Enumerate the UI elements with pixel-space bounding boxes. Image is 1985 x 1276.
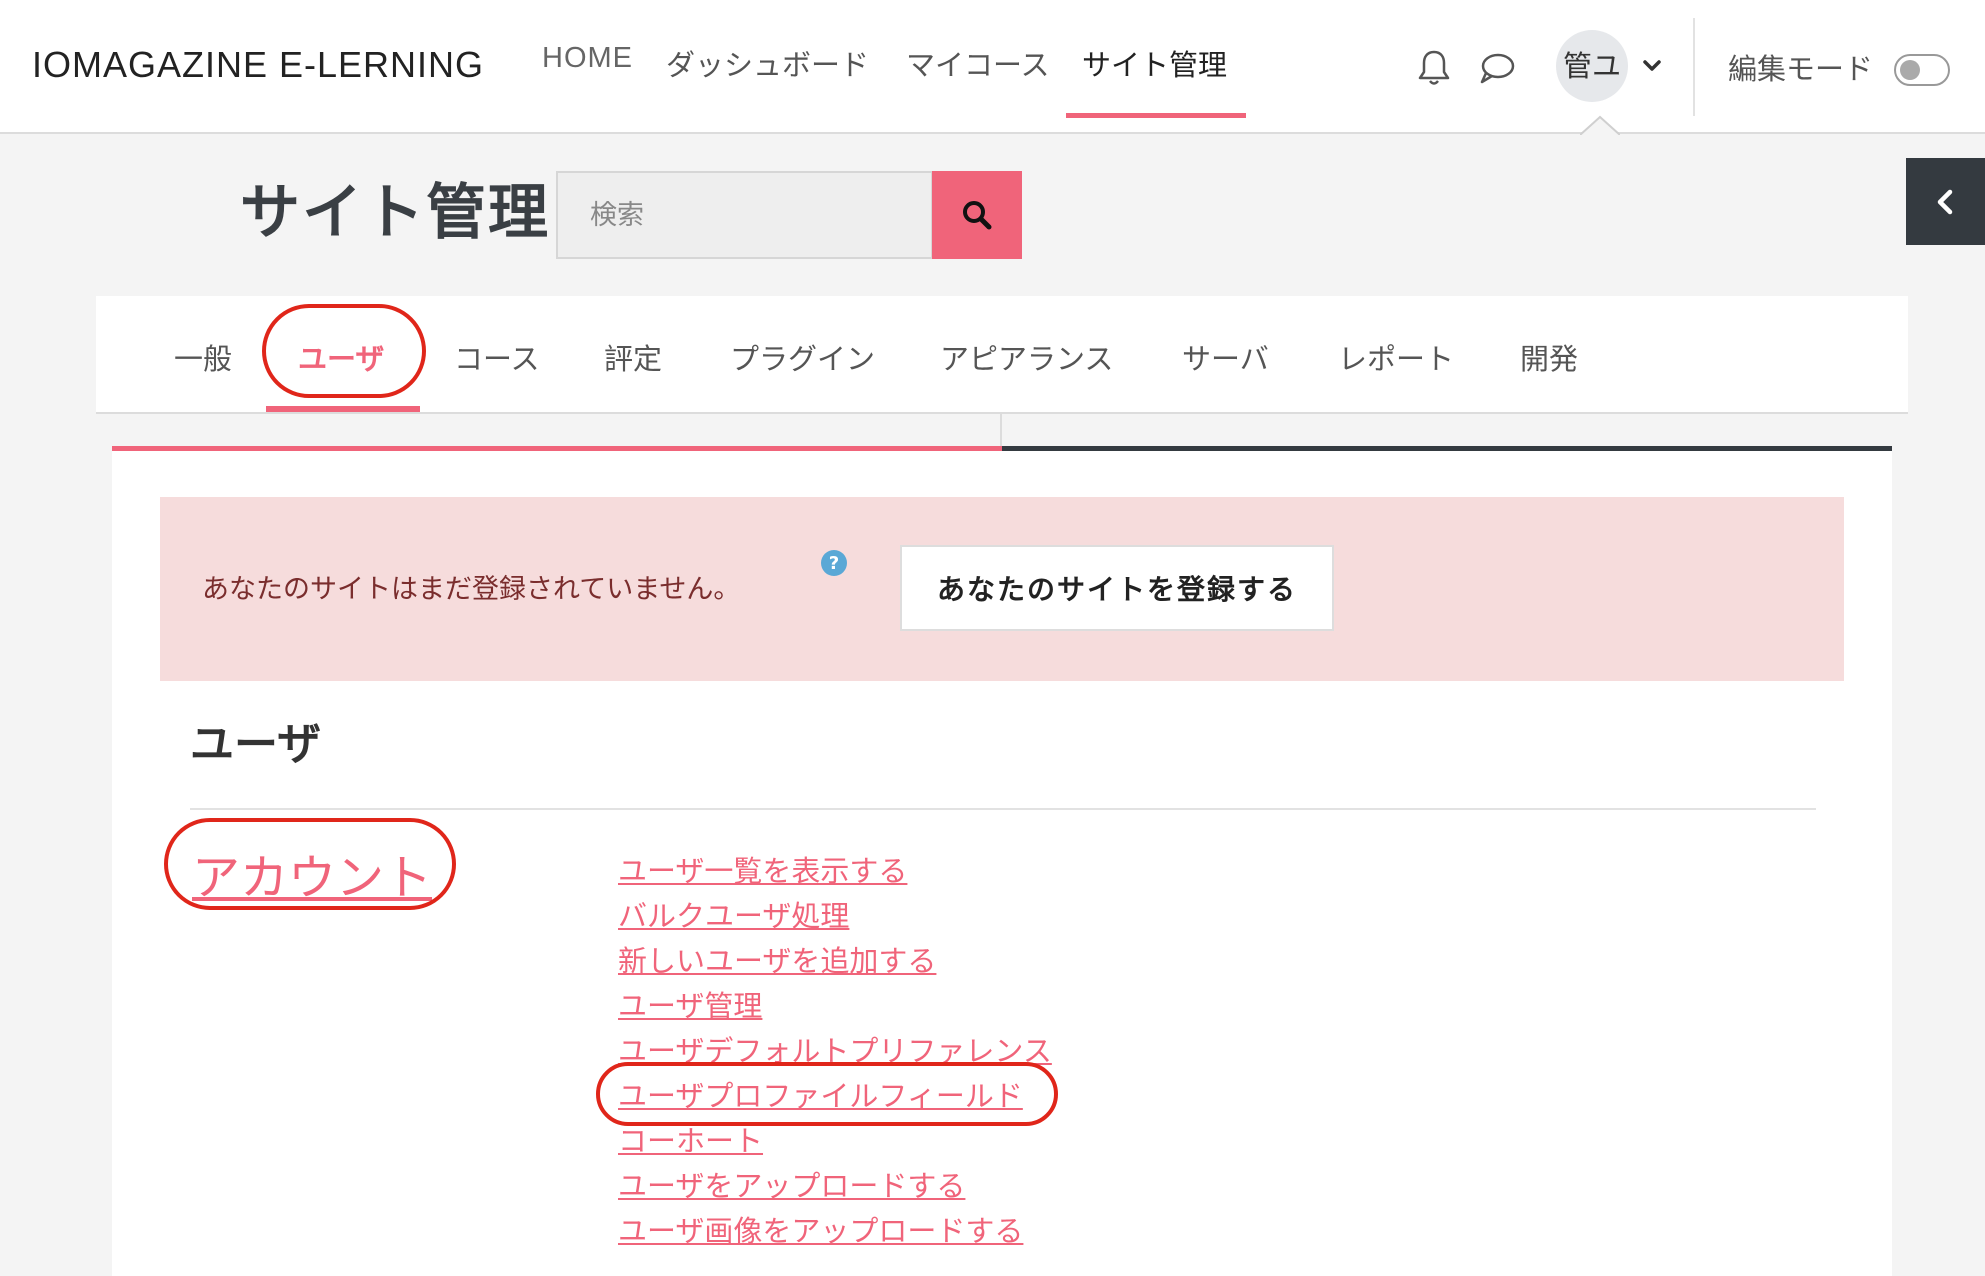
nav-my-courses[interactable]: マイコース [906, 42, 1050, 84]
svg-text:?: ? [829, 553, 839, 574]
nav-active-indicator [1066, 113, 1246, 118]
list-item: ユーザ画像をアップロードする [618, 1208, 1052, 1253]
tab-plugins[interactable]: プラグイン [730, 336, 875, 378]
list-item: ユーザ管理 [618, 983, 1052, 1028]
edit-mode-toggle[interactable] [1894, 54, 1950, 86]
menu-pointer-icon [1580, 115, 1620, 135]
tab-active-indicator [266, 406, 420, 412]
tab-divider [1000, 414, 1002, 450]
bell-icon[interactable] [1416, 48, 1452, 88]
site-brand[interactable]: IOMAGAZINE E-LERNING [32, 44, 484, 86]
chevron-left-icon [1937, 189, 1953, 215]
link-upload-users[interactable]: ユーザをアップロードする [618, 1169, 965, 1203]
alert-text: あなたのサイトはまだ登録されていません。 [202, 574, 741, 605]
search-icon [963, 201, 992, 230]
search-button[interactable] [932, 171, 1022, 259]
list-item: バルクユーザ処理 [618, 893, 1052, 938]
tab-development[interactable]: 開発 [1520, 336, 1578, 378]
section-divider [190, 808, 1816, 810]
list-item: ユーザをアップロードする [618, 1163, 1052, 1208]
list-item: ユーザ一覧を表示する [618, 848, 1052, 893]
link-upload-user-pictures[interactable]: ユーザ画像をアップロードする [618, 1214, 1023, 1248]
link-bulk-user-actions[interactable]: バルクユーザ処理 [618, 899, 849, 933]
drawer-toggle-button[interactable] [1906, 158, 1985, 245]
top-navbar: IOMAGAZINE E-LERNING HOME ダッシュボード マイコース … [0, 0, 1985, 135]
navbar-divider [1693, 18, 1695, 116]
register-site-button[interactable]: あなたのサイトを登録する [900, 545, 1334, 631]
user-avatar[interactable]: 管ユ [1556, 30, 1628, 102]
tab-courses[interactable]: コース [454, 336, 540, 378]
link-browse-users[interactable]: ユーザ一覧を表示する [618, 854, 907, 888]
link-add-new-user[interactable]: 新しいユーザを追加する [618, 944, 936, 978]
section-title: ユーザ [190, 719, 322, 770]
list-item: 新しいユーザを追加する [618, 938, 1052, 983]
annotation-circle-account [164, 818, 456, 910]
registration-alert: あなたのサイトはまだ登録されていません。 ? あなたのサイトを登録する [160, 497, 1844, 681]
chat-bubble-icon[interactable] [1478, 50, 1516, 86]
tab-general[interactable]: 一般 [174, 336, 232, 378]
tab-grades[interactable]: 評定 [604, 336, 662, 378]
annotation-circle-users-tab [262, 304, 426, 398]
toggle-knob [1900, 60, 1920, 80]
admin-search-box [556, 171, 933, 259]
tab-reports[interactable]: レポート [1338, 336, 1454, 378]
link-user-management[interactable]: ユーザ管理 [618, 989, 762, 1023]
tab-appearance[interactable]: アピアランス [940, 336, 1113, 378]
help-icon[interactable]: ? [820, 549, 848, 577]
tab-server[interactable]: サーバ [1182, 336, 1269, 378]
nav-dashboard[interactable]: ダッシュボード [666, 42, 869, 84]
edit-mode-label: 編集モード [1728, 52, 1874, 86]
page-title: サイト管理 [240, 178, 550, 248]
nav-home[interactable]: HOME [542, 42, 633, 75]
link-cohorts[interactable]: コーホート [618, 1124, 763, 1158]
account-links-list: ユーザ一覧を表示する バルクユーザ処理 新しいユーザを追加する ユーザ管理 ユー… [618, 848, 1052, 1253]
chevron-down-icon[interactable] [1640, 54, 1664, 78]
admin-search-input[interactable] [558, 173, 931, 257]
annotation-circle-profile-fields [596, 1062, 1058, 1126]
nav-site-admin[interactable]: サイト管理 [1082, 42, 1227, 84]
